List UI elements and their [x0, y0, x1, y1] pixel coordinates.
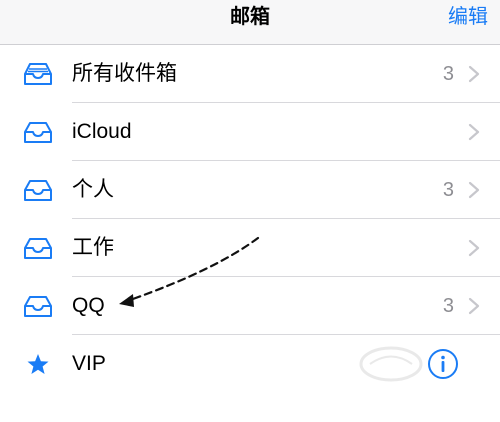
mailbox-row-all-inboxes[interactable]: 所有收件箱 3: [0, 45, 500, 103]
mailbox-row-icloud[interactable]: iCloud: [0, 103, 500, 161]
inbox-tray-icon: [24, 238, 52, 259]
mailbox-row-qq[interactable]: QQ 3: [0, 277, 500, 335]
mailbox-label: 个人: [72, 178, 114, 201]
unread-count: 3: [442, 63, 454, 85]
mailbox-row-personal[interactable]: 个人 3: [0, 161, 500, 219]
mailbox-label: VIP: [72, 352, 106, 375]
mailbox-label: 工作: [72, 236, 114, 259]
watermark-logo: [359, 346, 423, 382]
info-icon[interactable]: [426, 347, 460, 381]
navigation-bar: 邮箱 编辑: [0, 0, 500, 45]
inbox-stack-icon: [24, 63, 52, 85]
mailbox-list: 所有收件箱 3 iCloud 个人 3 工作 QQ 3 VIP: [0, 45, 500, 393]
inbox-tray-icon: [24, 122, 52, 143]
inbox-tray-icon: [24, 180, 52, 201]
unread-count: 3: [442, 179, 454, 201]
star-icon: [27, 354, 49, 374]
mailbox-label: 所有收件箱: [72, 62, 177, 85]
chevron-right-icon: [468, 239, 480, 257]
chevron-right-icon: [468, 181, 480, 199]
inbox-tray-icon: [24, 296, 52, 317]
chevron-right-icon: [468, 123, 480, 141]
mailbox-label: QQ: [72, 294, 105, 317]
chevron-right-icon: [468, 297, 480, 315]
page-title: 邮箱: [230, 6, 270, 28]
edit-button[interactable]: 编辑: [448, 0, 488, 44]
mailbox-label: iCloud: [72, 120, 132, 143]
chevron-right-icon: [468, 65, 480, 83]
unread-count: 3: [442, 295, 454, 317]
mailbox-row-work[interactable]: 工作: [0, 219, 500, 277]
mailbox-row-vip[interactable]: VIP: [0, 335, 500, 393]
